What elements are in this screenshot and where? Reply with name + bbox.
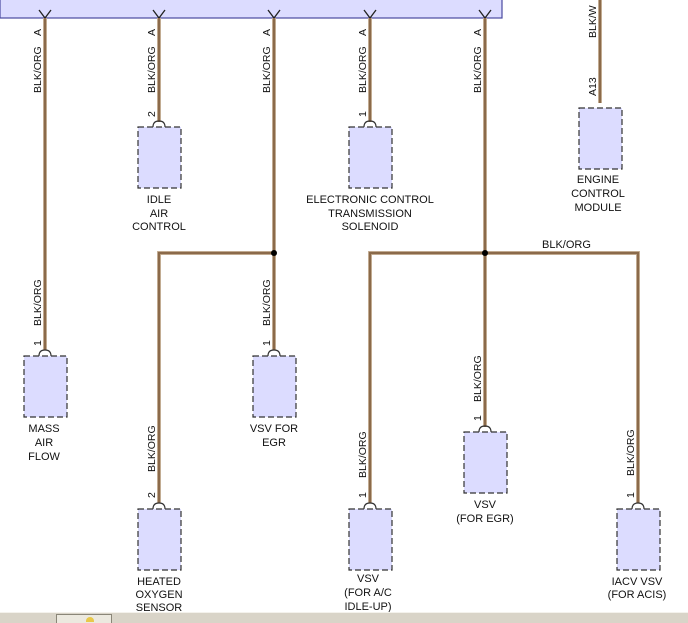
wire-label-ect-top: BLK/ORG: [357, 46, 369, 93]
pin-maf: 1: [32, 340, 44, 346]
label-maf-2: AIR: [35, 437, 53, 449]
pin-ecm: A13: [587, 77, 599, 96]
heated-oxygen-sensor-component: [137, 508, 182, 571]
connector-letter-right-trunk: A: [472, 29, 484, 36]
pin-vsv-ac: 1: [357, 492, 369, 498]
pin-ect: 1: [357, 111, 369, 117]
vsv-egr-left-component: [252, 355, 297, 418]
label-ecm-1: ENGINE: [577, 174, 619, 186]
connector-letter-ect: A: [357, 29, 369, 36]
pin-iac: 2: [146, 111, 158, 117]
label-iacv-vsv-2: (FOR ACIS): [608, 589, 667, 601]
label-ect-2: TRANSMISSION: [328, 208, 412, 220]
wire-label-vsv-ac: BLK/ORG: [357, 431, 369, 478]
connector-letter-egr-trunk: A: [261, 29, 273, 36]
junction-right: [482, 250, 488, 256]
label-ecm-3: MODULE: [574, 202, 621, 214]
wire-label-horizontal-right: BLK/ORG: [542, 239, 591, 251]
wire-label-maf-lower: BLK/ORG: [32, 279, 44, 326]
vsv-egr-right-component: [463, 431, 508, 494]
pin-iacv-vsv: 1: [625, 492, 637, 498]
wire-label-vsv-egr-right: BLK/ORG: [472, 355, 484, 402]
connector-letter-maf: A: [32, 29, 44, 36]
label-ect-3: SOLENOID: [342, 221, 399, 233]
main-connector: [0, 0, 503, 19]
label-ect-1: ELECTRONIC CONTROL: [306, 194, 434, 206]
components: [23, 107, 661, 571]
label-iacv-vsv-1: IACV VSV: [612, 576, 663, 588]
wire-labels: BLK/ORG A BLK/ORG A BLK/ORG A BLK/ORG A …: [32, 5, 637, 478]
label-hos-1: HEATED: [137, 576, 181, 588]
connector-letter-iac: A: [146, 29, 158, 36]
vsv-ac-idle-up-component: [348, 508, 393, 571]
label-iac-3: CONTROL: [132, 221, 186, 233]
junction-left: [271, 250, 277, 256]
wire-label-ecm-top: BLK/W: [587, 5, 599, 38]
wire-label-iac-top: BLK/ORG: [146, 46, 158, 93]
label-vsv-egr-right-1: VSV: [474, 499, 497, 511]
wire-label-iacv-vsv: BLK/ORG: [625, 429, 637, 476]
label-maf-3: FLOW: [28, 451, 60, 463]
label-hos-2: OXYGEN: [135, 589, 182, 601]
ect-solenoid-component: [348, 126, 393, 189]
wire-label-maf-top: BLK/ORG: [32, 46, 44, 93]
pin-hos: 2: [146, 492, 158, 498]
label-vsv-ac-1: VSV: [357, 573, 380, 585]
iacv-vsv-component: [616, 508, 661, 571]
taskbar-app-icon: [86, 617, 94, 622]
label-maf-1: MASS: [28, 423, 59, 435]
wiring-diagram: BLK/ORG A BLK/ORG A BLK/ORG A BLK/ORG A …: [0, 0, 667, 614]
pin-numbers: 2 1 A13 1 1 1 2 1 1: [32, 77, 637, 498]
wire-label-right-trunk-top: BLK/ORG: [472, 46, 484, 93]
pin-vsv-egr-right: 1: [472, 415, 484, 421]
wire-label-egr-trunk-top: BLK/ORG: [261, 46, 273, 93]
label-vsv-egr-right-2: (FOR EGR): [456, 513, 513, 525]
label-iac-1: IDLE: [147, 194, 171, 206]
label-vsv-egr-left-2: EGR: [262, 437, 286, 449]
mass-air-flow-component: [23, 355, 68, 418]
label-vsv-egr-left-1: VSV FOR: [250, 423, 298, 435]
idle-air-control-component: [137, 126, 182, 189]
label-iac-2: AIR: [150, 208, 168, 220]
wires: [43, 0, 640, 503]
label-vsv-ac-2: (FOR A/C: [344, 587, 392, 599]
wire-label-vsv-egr-left: BLK/ORG: [261, 279, 273, 326]
pin-vsv-egr-left: 1: [261, 340, 273, 346]
ecm-component: [578, 107, 623, 170]
label-ecm-2: CONTROL: [571, 188, 625, 200]
wire-label-hos: BLK/ORG: [146, 425, 158, 472]
